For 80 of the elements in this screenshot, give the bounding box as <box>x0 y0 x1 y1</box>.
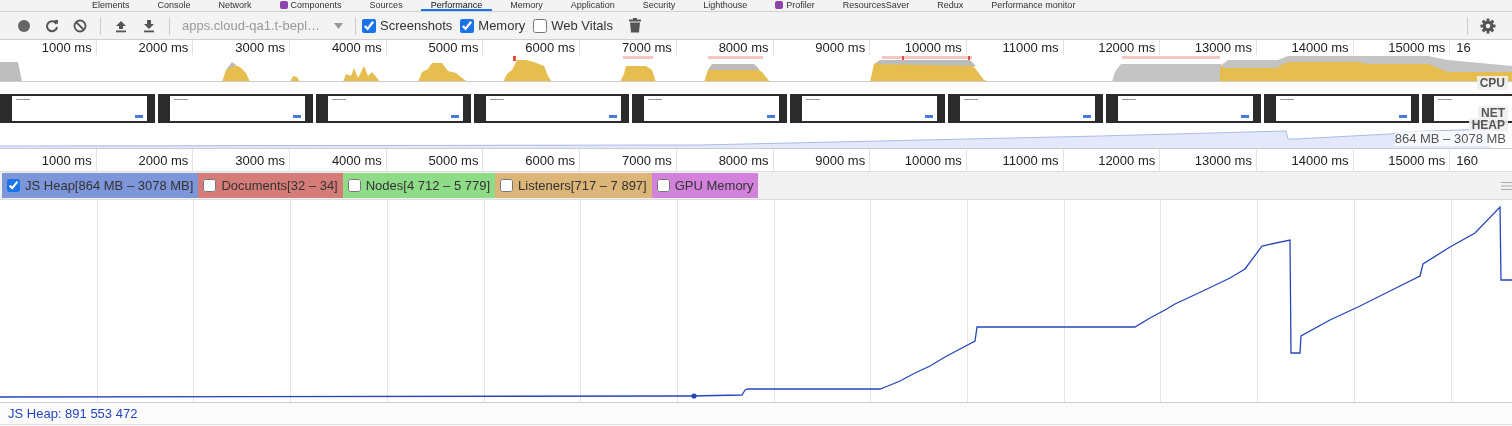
panel-tab[interactable]: Application <box>560 0 625 11</box>
counter-label: GPU Memory <box>674 178 754 193</box>
time-label: 8000 ms <box>718 152 769 168</box>
time-label: 5000 ms <box>428 152 479 168</box>
checkbox[interactable] <box>347 179 361 192</box>
time-label: 3000 ms <box>235 152 286 168</box>
time-label: 160 <box>1456 152 1478 168</box>
extension-icon <box>775 0 784 9</box>
time-label: 6000 ms <box>525 152 576 168</box>
counter-label: Listeners[717 – 7 897] <box>518 178 647 193</box>
time-label: 16 <box>1456 40 1471 55</box>
trash-icon[interactable] <box>628 18 641 33</box>
extension-icon <box>279 0 288 9</box>
time-label: 7000 ms <box>621 40 672 55</box>
panel-tab[interactable]: Security <box>632 0 686 11</box>
counter-label: Nodes[4 712 – 5 779] <box>365 178 491 193</box>
caret-icon <box>334 22 344 29</box>
time-label: 6000 ms <box>525 40 576 55</box>
panel-tab[interactable]: Profiler <box>765 0 825 11</box>
reload-icon[interactable] <box>45 18 59 33</box>
time-label: 13000 ms <box>1194 152 1252 168</box>
record-icon[interactable] <box>17 18 31 33</box>
checkbox-label: Memory <box>478 18 526 33</box>
time-label: 10000 ms <box>904 152 962 168</box>
time-label: 4000 ms <box>331 40 382 55</box>
time-label: 11000 ms <box>1002 152 1059 168</box>
panel-tab[interactable]: Console <box>147 0 201 11</box>
counter-label: JS Heap[864 MB – 3078 MB] <box>25 178 194 193</box>
time-label: 14000 ms <box>1291 40 1349 55</box>
panel-tab[interactable]: Memory <box>500 0 553 11</box>
time-label: 12000 ms <box>1098 40 1156 55</box>
checkbox[interactable] <box>460 18 475 33</box>
time-label: 14000 ms <box>1291 152 1349 168</box>
checkbox[interactable] <box>362 18 377 33</box>
upload-icon[interactable] <box>114 18 128 33</box>
time-label: 4000 ms <box>331 152 382 168</box>
track-label: CPU <box>1476 76 1508 90</box>
time-label: 9000 ms <box>815 40 866 55</box>
panel-tab[interactable]: ResourcesSaver <box>832 0 920 11</box>
counter-chip[interactable]: GPU Memory <box>651 173 759 198</box>
counter-chip[interactable]: JS Heap[864 MB – 3078 MB] <box>2 173 199 198</box>
checkbox-label: Web Vitals <box>551 18 613 33</box>
panel-tab[interactable]: Components <box>269 0 352 11</box>
time-label: 2000 ms <box>138 40 189 55</box>
panel-tab[interactable]: Redux <box>927 0 974 11</box>
panel-tab[interactable]: Elements <box>82 0 140 11</box>
time-label: 5000 ms <box>428 40 479 55</box>
track-label: HEAP <box>1468 118 1508 132</box>
checkbox[interactable] <box>500 179 514 192</box>
panel-tab[interactable]: Lighthouse <box>693 0 758 11</box>
settings-icon[interactable] <box>1480 17 1496 34</box>
heap-range: 864 MB – 3078 MB <box>1394 131 1506 146</box>
checkbox[interactable] <box>203 179 217 192</box>
clear-icon[interactable] <box>73 18 87 33</box>
time-label: 11000 ms <box>1002 40 1059 55</box>
panel-tab[interactable]: Network <box>208 0 262 11</box>
panel-tab[interactable]: Performance monitor <box>981 0 1086 11</box>
counter-label: Documents[32 – 34] <box>221 178 338 193</box>
checkbox[interactable] <box>656 179 670 192</box>
time-label: 8000 ms <box>718 40 769 55</box>
time-label: 12000 ms <box>1098 152 1156 168</box>
time-label: 1000 ms <box>41 152 92 168</box>
time-label: 3000 ms <box>235 40 286 55</box>
time-label: 7000 ms <box>621 152 672 168</box>
counter-chip[interactable]: Documents[32 – 34] <box>198 173 343 198</box>
checkbox-label: Screenshots <box>380 18 453 33</box>
checkbox[interactable] <box>7 179 20 192</box>
status-text: JS Heap: 891 553 472 <box>8 406 138 421</box>
time-label: 13000 ms <box>1194 40 1252 55</box>
time-label: 1000 ms <box>41 40 92 55</box>
time-label: 2000 ms <box>138 152 189 168</box>
counter-chip[interactable]: Nodes[4 712 – 5 779] <box>342 173 496 198</box>
panel-tab[interactable]: Sources <box>359 0 413 11</box>
checkbox[interactable] <box>533 18 548 33</box>
download-icon[interactable] <box>142 18 156 33</box>
time-label: 15000 ms <box>1388 152 1446 168</box>
time-label: 15000 ms <box>1388 40 1446 55</box>
time-label: 10000 ms <box>904 40 962 55</box>
counter-chip[interactable]: Listeners[717 – 7 897] <box>495 173 652 198</box>
time-label: 9000 ms <box>815 152 866 168</box>
